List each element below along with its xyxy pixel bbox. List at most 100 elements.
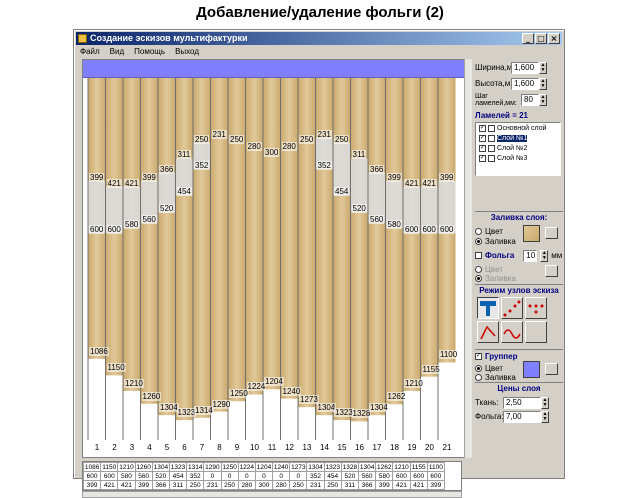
table-cell[interactable]: 454 bbox=[168, 471, 188, 481]
table-horizontal-scrollbar[interactable] bbox=[82, 491, 462, 498]
foil-field[interactable]: 10 bbox=[523, 249, 538, 262]
fabric-stripe[interactable] bbox=[385, 78, 404, 405]
mode-angle-tool[interactable] bbox=[477, 321, 499, 343]
table-cell[interactable]: 454 bbox=[323, 471, 342, 481]
table-cell[interactable]: 250 bbox=[220, 480, 239, 490]
table-cell[interactable]: 421 bbox=[117, 480, 136, 490]
grouper-checkbox[interactable]: ✓ bbox=[475, 352, 482, 360]
layer-checkbox[interactable]: ✓ bbox=[479, 144, 486, 152]
canvas-vertical-scrollbar[interactable] bbox=[464, 59, 472, 458]
fabric-price-field[interactable]: 2,50 bbox=[503, 396, 541, 409]
grouper-pick-button[interactable] bbox=[545, 363, 558, 375]
fabric-stripe[interactable] bbox=[123, 78, 141, 391]
fill-color-radio[interactable] bbox=[475, 228, 482, 235]
table-cell[interactable]: 0 bbox=[220, 471, 239, 481]
fabric-stripe[interactable] bbox=[140, 78, 159, 404]
sketch-canvas[interactable]: 399 600 1086 421 600 1150 421 580 1210 399 560 1260… bbox=[82, 59, 469, 458]
table-cell[interactable]: 560 bbox=[357, 471, 377, 481]
fill-fill-radio[interactable] bbox=[475, 238, 482, 245]
table-cell[interactable]: 421 bbox=[392, 480, 411, 490]
fabric-stripe[interactable] bbox=[228, 78, 246, 402]
layer-checkbox[interactable]: ✓ bbox=[479, 154, 486, 162]
table-cell[interactable]: 520 bbox=[151, 471, 170, 481]
fabric-stripe[interactable] bbox=[158, 78, 176, 416]
table-cell[interactable]: 1240 bbox=[272, 462, 291, 472]
table-cell[interactable]: 1304 bbox=[151, 462, 170, 472]
table-cell[interactable]: 1224 bbox=[237, 462, 256, 472]
layer-item[interactable]: ✓ Слой №1 bbox=[476, 133, 560, 143]
table-cell[interactable]: 421 bbox=[100, 480, 119, 490]
menu-help[interactable]: Помощь bbox=[134, 46, 165, 58]
table-cell[interactable]: 366 bbox=[151, 480, 170, 490]
table-cell[interactable]: 280 bbox=[272, 480, 291, 490]
layer-item[interactable]: ✓ Слой №3 bbox=[476, 153, 560, 163]
close-button[interactable]: × bbox=[548, 33, 560, 44]
table-cell[interactable]: 1204 bbox=[254, 462, 274, 472]
table-cell[interactable]: 0 bbox=[289, 471, 308, 481]
table-cell[interactable]: 1323 bbox=[168, 462, 188, 472]
table-cell[interactable]: 399 bbox=[134, 480, 153, 490]
foil-checkbox[interactable] bbox=[475, 252, 482, 259]
table-cell[interactable]: 1210 bbox=[117, 462, 136, 472]
layer-checkbox[interactable]: ✓ bbox=[479, 134, 486, 142]
table-cell[interactable]: 311 bbox=[340, 480, 360, 490]
table-cell[interactable]: 1314 bbox=[186, 462, 205, 472]
fabric-stripe[interactable] bbox=[368, 78, 386, 416]
mode-wave-tool[interactable] bbox=[501, 321, 523, 343]
table-cell[interactable]: 231 bbox=[203, 480, 222, 490]
table-cell[interactable]: 1304 bbox=[357, 462, 377, 472]
layer-item[interactable]: ✓ Слой №2 bbox=[476, 143, 560, 153]
table-cell[interactable]: 399 bbox=[82, 480, 102, 490]
layer-item[interactable]: ✓ Основной слой bbox=[476, 123, 560, 133]
table-cell[interactable]: 1086 bbox=[82, 462, 102, 472]
fabric-stripe[interactable] bbox=[315, 78, 334, 416]
table-cell[interactable]: 600 bbox=[82, 471, 102, 481]
table-cell[interactable]: 560 bbox=[134, 471, 153, 481]
table-cell[interactable]: 580 bbox=[117, 471, 136, 481]
mode-diagonal-tool[interactable] bbox=[501, 297, 523, 319]
fabric-stripe[interactable] bbox=[245, 78, 264, 395]
table-cell[interactable]: 352 bbox=[186, 471, 205, 481]
fill-pick-button[interactable] bbox=[545, 227, 558, 239]
table-cell[interactable]: 280 bbox=[237, 480, 256, 490]
table-cell[interactable]: 1328 bbox=[340, 462, 360, 472]
fill-swatch[interactable] bbox=[523, 225, 540, 242]
table-cell[interactable]: 1262 bbox=[375, 462, 394, 472]
foil-price-spinner[interactable]: ▲ ▼ bbox=[541, 410, 549, 423]
table-cell[interactable]: 600 bbox=[426, 471, 445, 481]
table-cell[interactable]: 250 bbox=[186, 480, 205, 490]
table-cell[interactable]: 600 bbox=[392, 471, 411, 481]
table-cell[interactable]: 1150 bbox=[100, 462, 119, 472]
table-cell[interactable]: 1155 bbox=[409, 462, 428, 472]
table-cell[interactable]: 1250 bbox=[220, 462, 239, 472]
step-spinner[interactable]: ▲ ▼ bbox=[539, 93, 547, 106]
fabric-stripe[interactable] bbox=[333, 78, 351, 421]
minimize-button[interactable]: _ bbox=[522, 33, 534, 44]
table-cell[interactable]: 1210 bbox=[392, 462, 411, 472]
menu-exit[interactable]: Выход bbox=[175, 46, 199, 58]
table-cell[interactable]: 250 bbox=[289, 480, 308, 490]
height-field[interactable]: 1,600 bbox=[511, 77, 539, 90]
table-cell[interactable]: 0 bbox=[237, 471, 256, 481]
foil-pick-button[interactable] bbox=[545, 265, 558, 277]
foil-spinner[interactable]: ▲ ▼ bbox=[540, 249, 549, 262]
menu-view[interactable]: Вид bbox=[110, 46, 124, 58]
window-titlebar[interactable]: Создание эскизов мультифактурки _ □ × bbox=[76, 32, 562, 45]
layer-checkbox[interactable]: ✓ bbox=[479, 124, 486, 132]
table-cell[interactable]: 1304 bbox=[306, 462, 325, 472]
table-cell[interactable]: 399 bbox=[426, 480, 445, 490]
table-cell[interactable]: 352 bbox=[306, 471, 325, 481]
table-cell[interactable]: 580 bbox=[375, 471, 394, 481]
width-spinner[interactable]: ▲ ▼ bbox=[539, 61, 547, 74]
mode-straight-tool[interactable] bbox=[477, 297, 499, 319]
table-cell[interactable]: 311 bbox=[168, 480, 188, 490]
foil-fill-radio[interactable] bbox=[475, 275, 482, 282]
table-cell[interactable]: 1260 bbox=[134, 462, 153, 472]
fabric-stripe[interactable] bbox=[298, 78, 316, 408]
grouper-swatch[interactable] bbox=[523, 361, 540, 378]
table-cell[interactable]: 399 bbox=[375, 480, 394, 490]
table-cell[interactable]: 600 bbox=[409, 471, 428, 481]
table-cell[interactable]: 0 bbox=[203, 471, 222, 481]
fabric-stripe[interactable] bbox=[280, 78, 299, 399]
fabric-stripe[interactable] bbox=[350, 78, 369, 422]
